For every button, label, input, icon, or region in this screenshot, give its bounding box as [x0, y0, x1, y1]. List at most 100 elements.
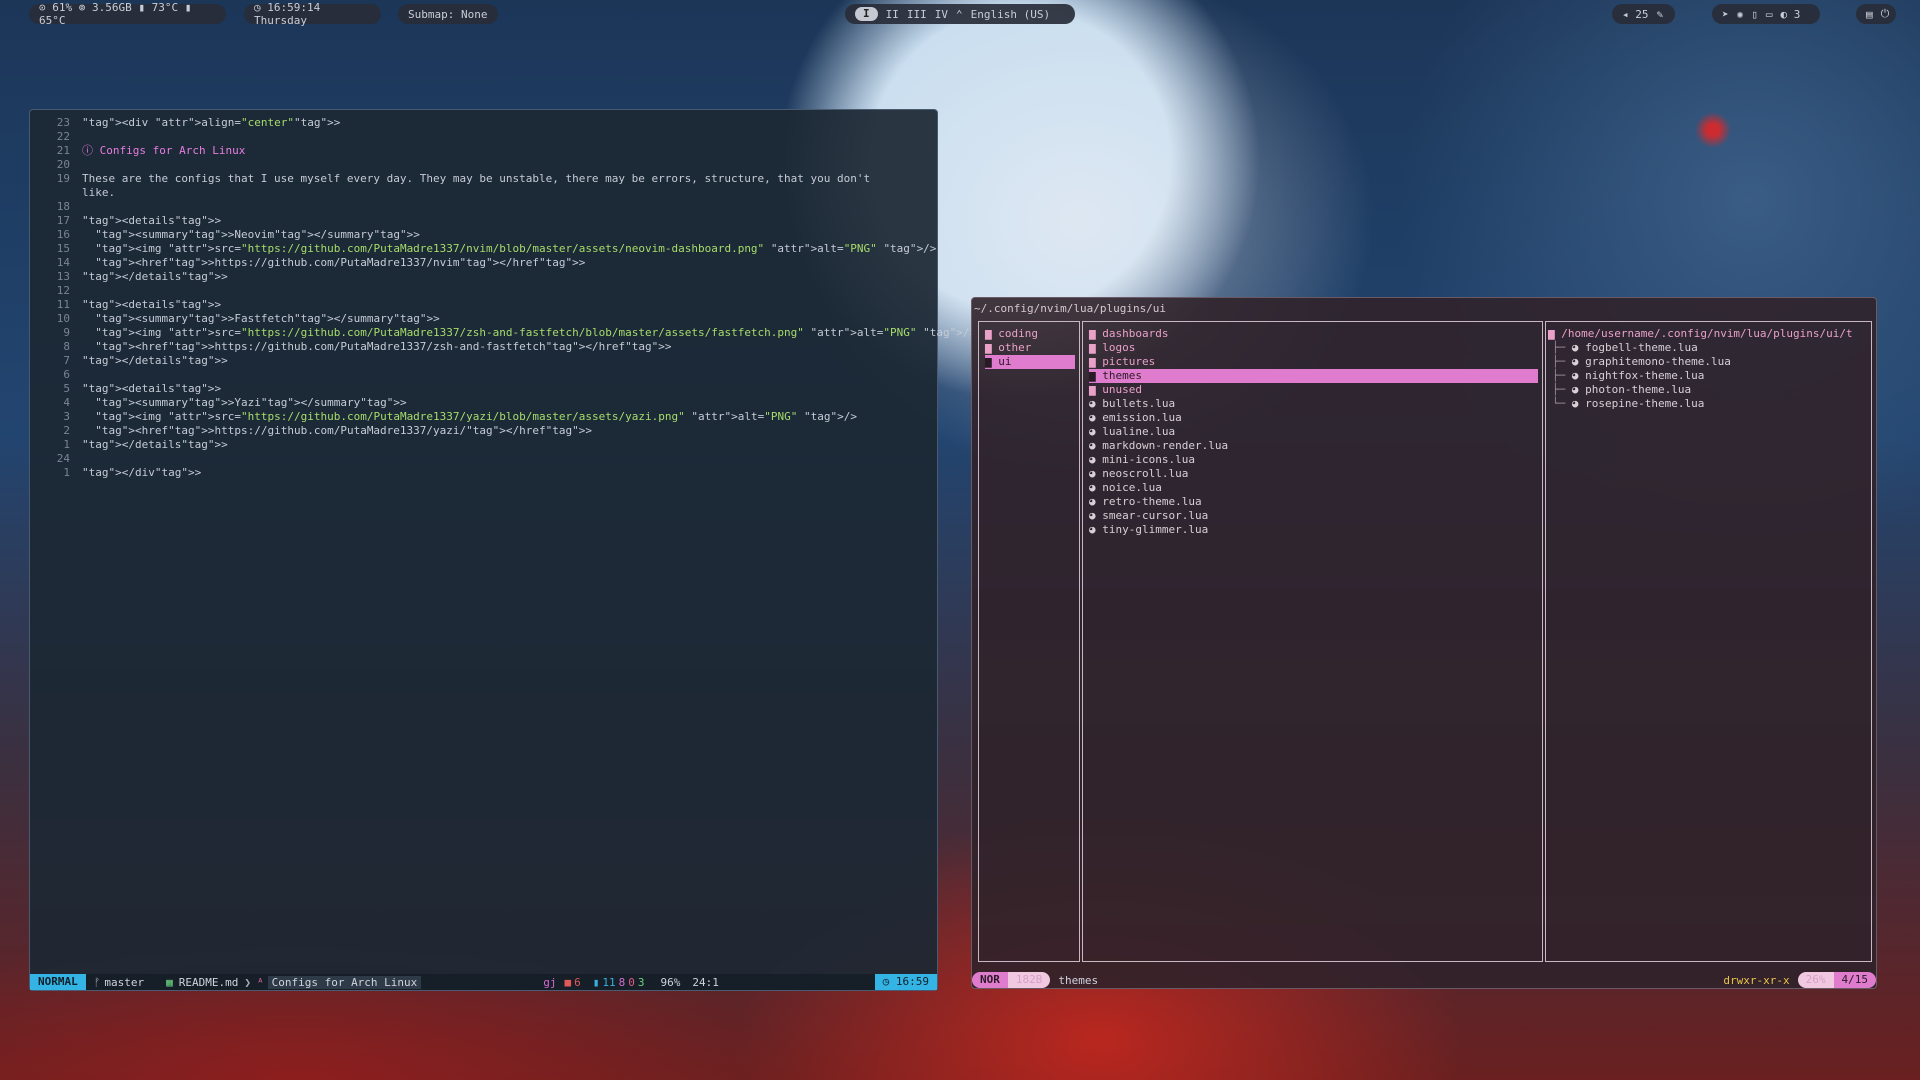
folder-icon: ▆ — [1089, 327, 1103, 340]
code-line[interactable]: "tag"><details"tag">> — [82, 214, 221, 228]
system-info-widget[interactable]: ⊙ 61% ⊚ 3.56GB ▮ 73°C ▮ 65°C — [29, 1, 226, 27]
item-label: markdown-render.lua — [1102, 439, 1229, 452]
line-number: 15 — [56, 242, 70, 255]
file-item[interactable]: ◕ markdown-render.lua — [1089, 439, 1538, 453]
preview-file-item[interactable]: ├─ ◕ fogbell-theme.lua — [1552, 341, 1867, 355]
lua-file-icon: ◕ — [1089, 439, 1103, 452]
power-icon[interactable]: ⏻ — [1881, 7, 1890, 21]
directory-item[interactable]: ▆ themes — [1089, 369, 1538, 383]
current-pane[interactable]: ▆ dashboards ▆ logos ▆ pictures ▆ themes ▆ u… — [1082, 321, 1543, 962]
line-number: 23 — [56, 116, 70, 129]
brightness-icon[interactable]: ✺ — [1737, 8, 1744, 21]
file-item[interactable]: ◕ bullets.lua — [1089, 397, 1538, 411]
file-item[interactable]: ◕ neoscroll.lua — [1089, 467, 1538, 481]
submap-widget: Submap: None — [398, 4, 498, 24]
heading-icon: ᴬ — [256, 975, 264, 989]
preview-file-item[interactable]: └─ ◕ rosepine-theme.lua — [1552, 397, 1867, 411]
code-line[interactable]: "tag"><href"tag">>https://github.com/Put… — [82, 256, 585, 270]
code-line[interactable]: "tag"><details"tag">> — [82, 382, 221, 396]
code-line[interactable]: "tag"><href"tag">>https://github.com/Put… — [82, 424, 592, 438]
item-label: bullets.lua — [1102, 397, 1176, 410]
workspace-2[interactable]: II — [886, 8, 899, 21]
item-label: pictures — [1102, 355, 1156, 368]
clock-segment: ◷ 16:59 — [874, 974, 937, 990]
lua-file-icon: ◕ — [1089, 425, 1103, 438]
lua-file-icon: ◕ — [1571, 369, 1586, 382]
workspace-3[interactable]: III — [907, 8, 927, 21]
item-label: photon-theme.lua — [1585, 383, 1692, 396]
diag-count-4: 3 — [637, 975, 645, 989]
yazi-mode: NOR — [972, 972, 1008, 988]
code-line[interactable]: "tag"><div "attr">align="center""tag">> — [82, 116, 340, 130]
directory-item[interactable]: ▆ other — [985, 341, 1075, 355]
lua-file-icon: ◕ — [1089, 453, 1103, 466]
item-label: other — [998, 341, 1032, 354]
lua-file-icon: ◕ — [1571, 341, 1586, 354]
tray-widget[interactable]: ➤ ✺ ▯ ▭ ◐ 3 — [1712, 4, 1820, 24]
directory-item[interactable]: ▆ pictures — [1089, 355, 1538, 369]
code-line[interactable]: "tag"></details"tag">> — [82, 354, 228, 368]
tree-branch-icon: └─ — [1552, 397, 1572, 410]
item-label: tiny-glimmer.lua — [1102, 523, 1209, 536]
file-item[interactable]: ◕ tiny-glimmer.lua — [1089, 523, 1538, 537]
code-line[interactable]: "tag"><summary"tag">>Fastfetch"tag"></su… — [82, 312, 439, 326]
item-label: unused — [1102, 383, 1142, 396]
directory-item[interactable]: ▆ dashboards — [1089, 327, 1538, 341]
code-line[interactable]: "tag"><details"tag">> — [82, 298, 221, 312]
screen-icon[interactable]: ▭ — [1766, 8, 1773, 21]
line-number: 1 — [63, 438, 70, 451]
preview-file-item[interactable]: ├─ ◕ nightfox-theme.lua — [1552, 369, 1867, 383]
workspace-switcher[interactable]: I II III IV ⌃ English (US) — [845, 4, 1075, 24]
keyboard-layout[interactable]: English (US) — [971, 8, 1050, 21]
diag-icon: ▮ — [592, 975, 600, 989]
file-item[interactable]: ◕ retro-theme.lua — [1089, 495, 1538, 509]
code-line[interactable]: "tag"><img "attr">src="https://github.co… — [82, 326, 976, 340]
lua-file-icon: ◕ — [1089, 411, 1103, 424]
clock-text: ◷ 16:59:14 Thursday — [254, 1, 321, 27]
yazi-window[interactable]: ~/.config/nvim/lua/plugins/ui ▆ coding ▆ … — [971, 297, 1877, 989]
lua-file-icon: ◕ — [1089, 467, 1103, 480]
line-number: 11 — [56, 298, 70, 311]
directory-item[interactable]: ▆ coding — [985, 327, 1075, 341]
preview-file-item[interactable]: ├─ ◕ photon-theme.lua — [1552, 383, 1867, 397]
lua-file-icon: ◕ — [1089, 397, 1103, 410]
code-line[interactable]: "tag"></details"tag">> — [82, 270, 228, 284]
breadcrumb-symbol: Configs for Arch Linux — [267, 975, 422, 989]
telegram-icon[interactable]: ➤ — [1722, 8, 1729, 21]
code-line[interactable]: "tag"></details"tag">> — [82, 438, 228, 452]
workspace-1[interactable]: I — [855, 7, 878, 21]
preview-pane[interactable]: ▆ /home/username/.config/nvim/lua/plugin… — [1545, 321, 1872, 962]
code-line[interactable]: "tag"><img "attr">src="https://github.co… — [82, 242, 936, 256]
directory-item[interactable]: ▆ logos — [1089, 341, 1538, 355]
code-line[interactable]: These are the configs that I use myself … — [82, 172, 870, 186]
notifications-text[interactable]: ◐ 3 — [1781, 8, 1801, 21]
mic-icon: ✎ — [1656, 7, 1664, 21]
code-line[interactable]: "tag"><href"tag">>https://github.com/Put… — [82, 340, 671, 354]
code-line[interactable]: "tag"></div"tag">> — [82, 466, 201, 480]
preview-file-item[interactable]: ├─ ◕ graphitemono-theme.lua — [1552, 355, 1867, 369]
item-label: fogbell-theme.lua — [1585, 341, 1698, 354]
code-line[interactable]: "tag"><summary"tag">>Yazi"tag"></summary… — [82, 396, 406, 410]
clipboard-icon[interactable]: ▤ — [1866, 8, 1873, 21]
workspace-4[interactable]: IV — [935, 8, 948, 21]
file-item[interactable]: ◕ mini-icons.lua — [1089, 453, 1538, 467]
tree-branch-icon: ├─ — [1552, 355, 1572, 368]
file-item[interactable]: ◕ noice.lua — [1089, 481, 1538, 495]
directory-item[interactable]: ▆ ui — [985, 355, 1075, 369]
parent-pane[interactable]: ▆ coding ▆ other ▆ ui — [978, 321, 1080, 962]
volume-widget[interactable]: ◂ 25 ✎ — [1612, 4, 1675, 24]
file-item[interactable]: ◕ lualine.lua — [1089, 425, 1538, 439]
power-widget[interactable]: ▤ ⏻ — [1856, 4, 1896, 24]
code-line[interactable]: "tag"><img "attr">src="https://github.co… — [82, 410, 857, 424]
code-line[interactable]: ⓘ Configs for Arch Linux — [82, 144, 245, 158]
clock-widget[interactable]: ◷ 16:59:14 Thursday — [244, 1, 381, 27]
neovim-window[interactable]: 23 "tag"><div "attr">align="center""tag">… — [29, 109, 976, 991]
code-line[interactable]: like. — [82, 186, 115, 200]
code-line[interactable]: "tag"><summary"tag">>Neovim"tag"></summa… — [82, 228, 420, 242]
file-item[interactable]: ◕ emission.lua — [1089, 411, 1538, 425]
file-item[interactable]: ◕ smear-cursor.lua — [1089, 509, 1538, 523]
phone-icon[interactable]: ▯ — [1751, 8, 1758, 21]
directory-item[interactable]: ▆ unused — [1089, 383, 1538, 397]
clock-icon: ◷ — [882, 975, 890, 988]
tree-branch-icon: ├─ — [1552, 383, 1572, 396]
